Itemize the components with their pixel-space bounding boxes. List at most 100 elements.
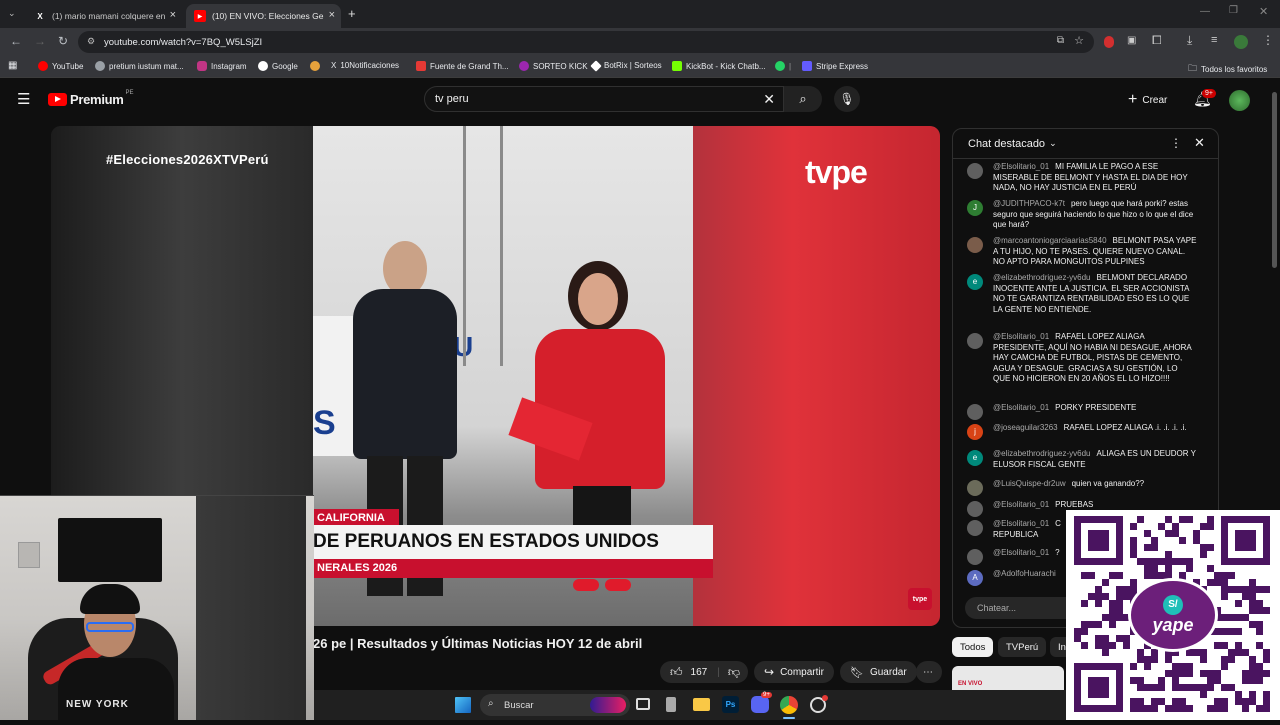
new-tab-icon[interactable]: + — [348, 6, 356, 21]
chat-username[interactable]: @Elsolitario_01 — [993, 548, 1049, 557]
bookmark-kickbot[interactable]: KickBot - Kick Chatb... — [672, 61, 766, 71]
bookmark-extension[interactable] — [310, 61, 324, 71]
voice-search-button[interactable]: 🎙 — [834, 86, 860, 112]
save-button[interactable]: 🔖︎ Guardar — [840, 661, 917, 683]
bookmark-botrix[interactable]: BotRix | Sorteos — [590, 59, 662, 72]
thumbs-down-icon[interactable]: 👎︎ — [728, 665, 740, 680]
chat-mode-dropdown[interactable]: Chat destacado ⌄ — [968, 138, 1057, 150]
app-icon[interactable] — [666, 697, 676, 712]
search-input[interactable]: tv peru ✕ — [424, 86, 784, 112]
qr-module — [1144, 530, 1151, 537]
chrome-icon[interactable] — [780, 696, 798, 714]
bookmark-youtube[interactable]: YouTube — [38, 61, 83, 71]
qr-module — [1235, 698, 1242, 705]
all-bookmarks-folder[interactable]: 🗀 Todos los favoritos — [1188, 61, 1267, 77]
like-button[interactable]: 👍︎ 167 | 👎︎ — [660, 661, 748, 683]
chip-tvperu[interactable]: TVPerú — [998, 637, 1047, 657]
share-label: Compartir — [780, 666, 824, 678]
chat-username[interactable]: @JUDITHPACO-k7t — [993, 199, 1065, 208]
create-button[interactable]: + Crear — [1128, 91, 1167, 109]
more-actions-button[interactable]: ⋯ — [916, 661, 942, 683]
apps-grid-icon[interactable]: ▦ — [8, 60, 17, 71]
bookmark-whatsapp[interactable]: | — [775, 61, 791, 71]
extension-red-icon[interactable] — [1104, 36, 1114, 48]
bookmark-pretium[interactable]: pretium iustum mat... — [95, 61, 184, 71]
qr-module — [1172, 663, 1179, 670]
address-bar[interactable]: ⚙ youtube.com/watch?v=7BQ_W5LSjZI ⧉ ☆ — [78, 31, 1094, 53]
chat-username[interactable]: @elizabethrodriguez-yv6du — [993, 449, 1091, 458]
bookmark-label: 10Notificaciones — [340, 61, 400, 70]
clear-search-icon[interactable]: ✕ — [763, 91, 775, 108]
menu-hamburger-icon[interactable]: ☰ — [17, 90, 30, 108]
bookmark-google[interactable]: Google — [258, 61, 298, 71]
maximize-icon[interactable]: ❐ — [1229, 5, 1238, 16]
back-icon[interactable]: ← — [10, 34, 22, 48]
search-button[interactable]: ⌕ — [784, 86, 822, 112]
chat-more-icon[interactable]: ⋮ — [1170, 136, 1182, 150]
user-avatar: J — [967, 200, 983, 216]
reading-list-icon[interactable]: ≡ — [1211, 34, 1217, 46]
qr-module — [1088, 677, 1109, 698]
chat-username[interactable]: @joseaguilar3263 — [993, 423, 1058, 432]
chat-username[interactable]: @Elsolitario_01 — [993, 162, 1049, 171]
taskbar-search[interactable]: ⌕ Buscar — [480, 694, 630, 716]
chat-username[interactable]: @Elsolitario_01 — [993, 403, 1049, 412]
task-view-icon[interactable] — [636, 698, 650, 710]
message-body: @Elsolitario_01 C REPUBLICA — [993, 519, 1061, 540]
discord-icon[interactable] — [751, 696, 769, 713]
chat-username[interactable]: @Elsolitario_01 — [993, 332, 1049, 341]
bookmark-star-icon[interactable]: ☆ — [1074, 34, 1084, 47]
related-video-thumbnail[interactable]: EN VIVO — [952, 666, 1064, 690]
qr-module — [1221, 593, 1228, 600]
share-button[interactable]: ↪ Compartir — [754, 661, 834, 683]
forward-icon[interactable]: → — [34, 34, 46, 48]
bookmark-instagram[interactable]: Instagram — [197, 61, 247, 71]
close-tab-icon[interactable]: × — [170, 9, 176, 21]
qr-module — [1172, 698, 1179, 705]
youtube-header: ☰ Premium PE tv peru ✕ ⌕ 🎙 + Crear 🔔︎ 9+ — [0, 80, 1280, 120]
qr-module — [1137, 558, 1144, 565]
tab-search-icon[interactable]: ⌄ — [8, 8, 16, 19]
qr-module — [1221, 586, 1228, 593]
qr-module — [1200, 544, 1207, 551]
page-scrollbar[interactable] — [1272, 92, 1277, 268]
file-explorer-icon[interactable] — [693, 698, 710, 711]
extensions-puzzle-icon[interactable]: ⧠ — [1152, 33, 1162, 48]
chat-username[interactable]: @Elsolitario_01 — [993, 519, 1049, 528]
site-info-icon[interactable]: ⚙ — [87, 36, 95, 47]
banner-letters: S — [313, 404, 336, 442]
chat-scrollbar[interactable] — [1211, 161, 1215, 521]
chat-username[interactable]: @Elsolitario_01 — [993, 500, 1049, 509]
qr-module — [1109, 600, 1116, 607]
chat-username[interactable]: @elizabethrodriguez-yv6du — [993, 273, 1091, 282]
extension-icon[interactable]: ▣ — [1127, 35, 1136, 46]
chip-todos[interactable]: Todos — [952, 637, 994, 657]
reload-icon[interactable]: ↻ — [58, 34, 68, 48]
bookmark-sorteo-kick[interactable]: SORTEO KICK — [519, 61, 588, 71]
photoshop-icon[interactable]: Ps — [722, 696, 739, 713]
browser-tab-youtube[interactable]: ▶ (10) EN VIVO: Elecciones Ge × — [186, 4, 341, 28]
minimize-icon[interactable]: — — [1200, 6, 1210, 17]
close-tab-icon[interactable]: × — [329, 9, 335, 21]
chrome-menu-icon[interactable]: ⋮ — [1262, 33, 1274, 47]
chat-username[interactable]: @marcoantoniogarciaarias5840 — [993, 236, 1107, 245]
chat-close-icon[interactable]: ✕ — [1194, 135, 1205, 151]
bookmark-grand-theft[interactable]: Fuente de Grand Th... — [416, 61, 509, 71]
chat-username[interactable]: @AdolfoHuarachi — [993, 569, 1056, 578]
windows-start-icon[interactable] — [455, 697, 471, 713]
qr-module — [1242, 670, 1249, 677]
stripe-icon — [802, 61, 812, 71]
bookmark-10notificaciones[interactable]: X 10Notificaciones — [331, 61, 399, 70]
close-window-icon[interactable]: ✕ — [1259, 5, 1268, 18]
account-avatar[interactable] — [1229, 90, 1250, 111]
chat-username[interactable]: @LuisQuispe-dr2uw — [993, 479, 1066, 488]
qr-module — [1158, 698, 1165, 705]
profile-avatar[interactable] — [1234, 35, 1248, 49]
qr-module — [1214, 670, 1221, 677]
bookmark-stripe[interactable]: Stripe Express — [802, 61, 868, 71]
youtube-logo[interactable]: Premium PE — [48, 90, 134, 107]
browser-tab-x[interactable]: X (1) mario mamani colquere en × — [26, 4, 182, 28]
download-icon[interactable]: ⤓ — [1187, 33, 1192, 48]
qr-module — [1214, 628, 1221, 635]
install-app-icon[interactable]: ⧉ — [1057, 35, 1064, 46]
